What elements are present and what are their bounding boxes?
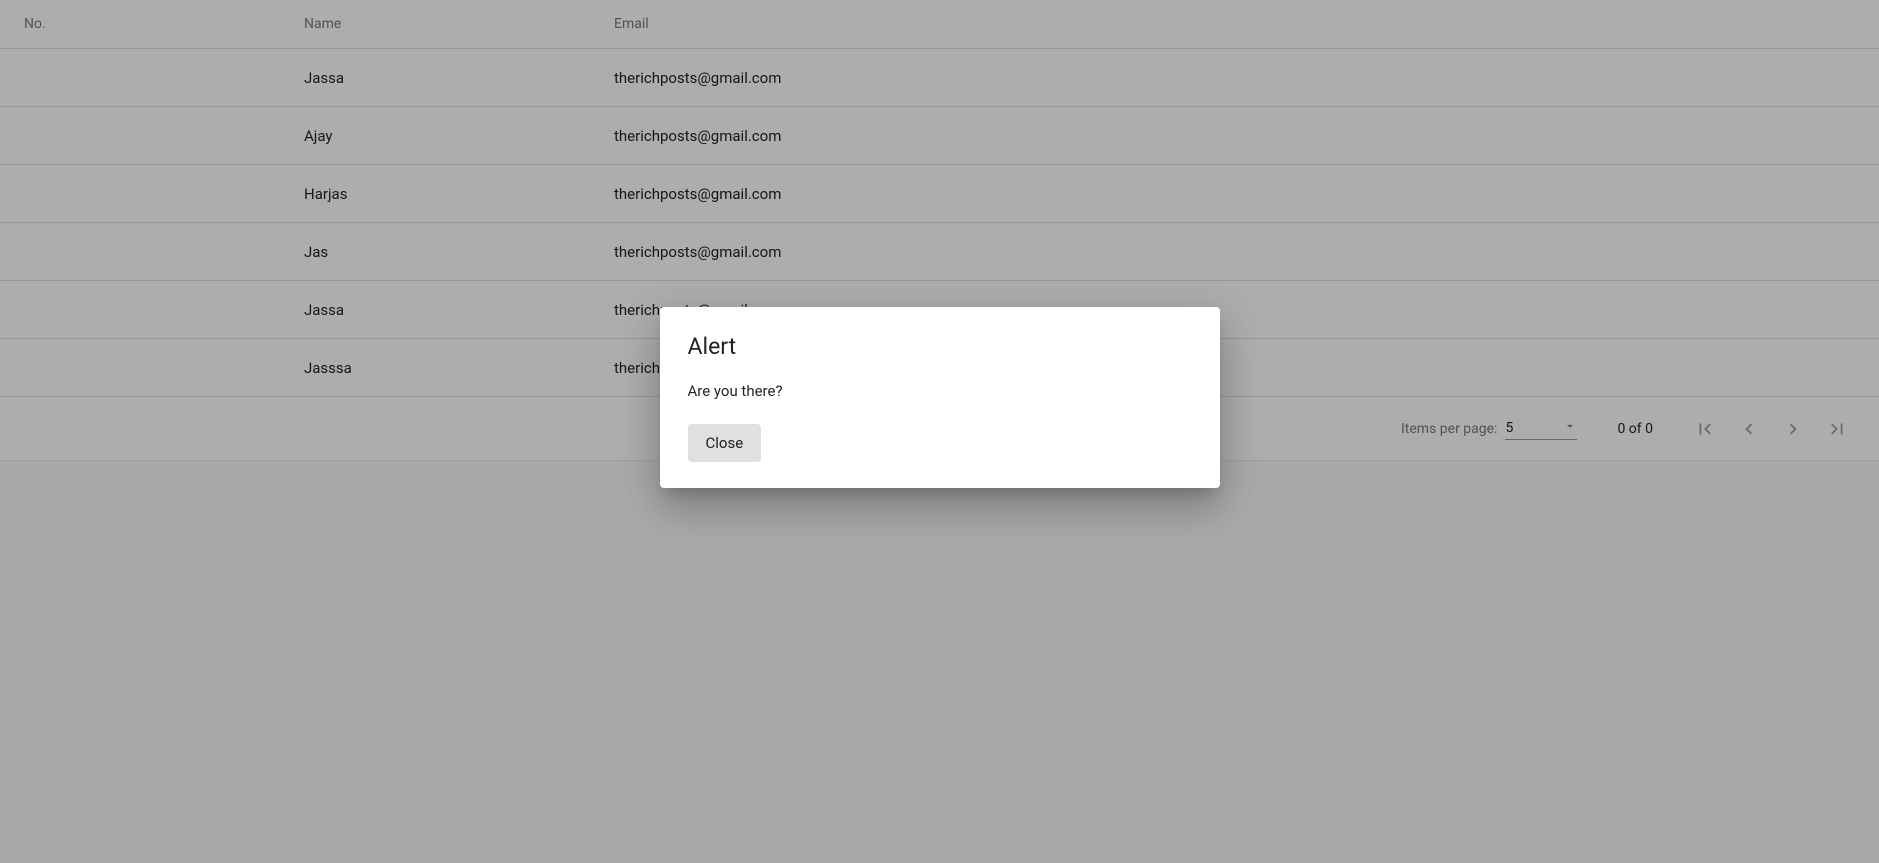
dialog-title: Alert <box>688 333 1192 360</box>
close-button[interactable]: Close <box>688 424 762 462</box>
alert-dialog: Alert Are you there? Close <box>660 307 1220 488</box>
dialog-message: Are you there? <box>688 382 1192 400</box>
